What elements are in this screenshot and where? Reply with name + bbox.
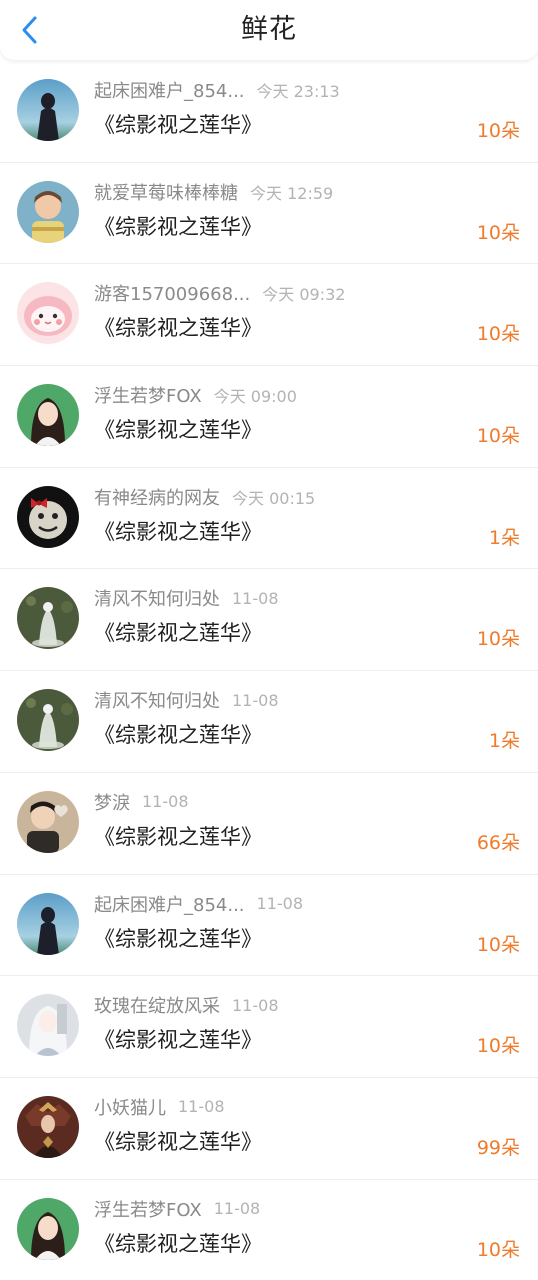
item-meta: 起床困难户_854... 11-08 xyxy=(94,891,518,917)
item-meta: 浮生若梦FOX 今天 09:00 xyxy=(94,382,518,408)
avatar-pink-cartoon-image xyxy=(17,282,79,345)
flower-count: 10朵 xyxy=(476,120,520,142)
book-title[interactable]: 《综影视之莲华》 xyxy=(94,414,262,444)
avatar[interactable] xyxy=(17,994,79,1057)
avatar-ghost-figure-image xyxy=(17,689,79,752)
list-item[interactable]: 游客157009668... 今天 09:32 《综影视之莲华》 10朵 xyxy=(0,264,538,367)
list-item[interactable]: 梦淚 11-08 《综影视之莲华》 66朵 xyxy=(0,773,538,875)
item-meta: 浮生若梦FOX 11-08 xyxy=(94,1196,518,1222)
book-title[interactable]: 《综影视之莲华》 xyxy=(94,821,262,851)
flower-count: 10朵 xyxy=(476,425,520,448)
timestamp: 11-08 xyxy=(232,588,279,608)
book-title[interactable]: 《综影视之莲华》 xyxy=(94,211,262,241)
list-item[interactable]: 小妖猫儿 11-08 《综影视之莲华》 99朵 xyxy=(0,1078,538,1180)
avatar[interactable] xyxy=(17,384,79,447)
flower-count: 10朵 xyxy=(476,628,520,651)
user-name[interactable]: 梦淚 xyxy=(94,789,130,815)
user-name[interactable]: 就爱草莓味棒棒糖 xyxy=(94,179,238,205)
user-name[interactable]: 有神经病的网友 xyxy=(94,484,220,510)
book-title[interactable]: 《综影视之莲华》 xyxy=(94,719,262,749)
book-title[interactable]: 《综影视之莲华》 xyxy=(94,109,262,139)
list-item[interactable]: 就爱草莓味棒棒糖 今天 12:59 《综影视之莲华》 10朵 xyxy=(0,163,538,265)
list-item[interactable]: 清风不知何归处 11-08 《综影视之莲华》 1朵 xyxy=(0,671,538,773)
avatar-boy-heart-image xyxy=(17,790,79,853)
timestamp: 11-08 xyxy=(213,1199,261,1219)
avatar-silhouette-sky-image xyxy=(17,79,79,141)
avatar[interactable] xyxy=(17,485,79,548)
user-name[interactable]: 游客157009668... xyxy=(94,280,250,306)
book-title[interactable]: 《综影视之莲华》 xyxy=(94,1228,262,1258)
avatar-dark-queen-image xyxy=(17,1095,79,1158)
flower-count: 66朵 xyxy=(476,831,520,854)
avatar-ghost-figure-image xyxy=(17,587,79,650)
flower-count: 1朵 xyxy=(488,526,520,549)
user-name[interactable]: 起床困难户_854... xyxy=(94,77,245,103)
book-title[interactable]: 《综影视之莲华》 xyxy=(94,1126,262,1156)
user-name[interactable]: 浮生若梦FOX xyxy=(94,1196,202,1222)
list-item[interactable]: 起床困难户_854... 11-08 《综影视之莲华》 10朵 xyxy=(0,875,538,977)
flower-count: 99朵 xyxy=(476,1136,520,1159)
list-item[interactable]: 清风不知何归处 11-08 《综影视之莲华》 10朵 xyxy=(0,569,538,672)
flower-count: 10朵 xyxy=(476,323,520,346)
avatar[interactable] xyxy=(17,180,79,243)
user-name[interactable]: 浮生若梦FOX xyxy=(94,382,202,408)
avatar[interactable] xyxy=(17,79,79,141)
timestamp: 11-08 xyxy=(232,690,279,710)
timestamp: 11-08 xyxy=(232,995,279,1015)
item-meta: 玫瑰在绽放风采 11-08 xyxy=(94,992,518,1018)
item-meta: 起床困难户_854... 今天 23:13 xyxy=(94,77,518,103)
list-item[interactable]: 玫瑰在绽放风采 11-08 《综影视之莲华》 10朵 xyxy=(0,976,538,1078)
avatar[interactable] xyxy=(17,892,79,955)
timestamp: 11-08 xyxy=(142,792,189,812)
avatar[interactable] xyxy=(17,1095,79,1158)
item-meta: 小妖猫儿 11-08 xyxy=(94,1094,518,1120)
flower-count: 1朵 xyxy=(488,730,520,753)
avatar[interactable] xyxy=(17,282,79,345)
flower-count: 10朵 xyxy=(476,221,520,244)
book-title[interactable]: 《综影视之莲华》 xyxy=(94,516,262,546)
item-meta: 游客157009668... 今天 09:32 xyxy=(94,280,518,306)
user-name[interactable]: 起床困难户_854... xyxy=(94,891,245,917)
avatar[interactable] xyxy=(17,689,79,752)
book-title[interactable]: 《综影视之莲华》 xyxy=(94,1024,262,1054)
list-item[interactable]: 浮生若梦FOX 11-08 《综影视之莲华》 10朵 xyxy=(0,1180,538,1280)
item-meta: 清风不知何归处 11-08 xyxy=(94,687,518,713)
flower-count: 10朵 xyxy=(476,1035,520,1058)
user-name[interactable]: 小妖猫儿 xyxy=(94,1094,166,1120)
list-item[interactable]: 浮生若梦FOX 今天 09:00 《综影视之莲华》 10朵 xyxy=(0,366,538,468)
avatar-girl-portrait-image xyxy=(17,1197,79,1260)
avatar-meme-face-image xyxy=(17,485,79,548)
avatar-silhouette-sky-image xyxy=(17,892,79,955)
avatar-girl-portrait-image xyxy=(17,384,79,447)
avatar[interactable] xyxy=(17,587,79,650)
flower-count: 10朵 xyxy=(476,933,520,956)
top-bar: 鲜花 xyxy=(0,0,538,60)
timestamp: 今天 09:00 xyxy=(213,387,297,407)
book-title[interactable]: 《综影视之莲华》 xyxy=(94,923,262,953)
avatar-boy-portrait-image xyxy=(17,180,79,243)
item-meta: 梦淚 11-08 xyxy=(94,789,518,815)
user-name[interactable]: 玫瑰在绽放风采 xyxy=(94,992,220,1018)
user-name[interactable]: 清风不知何归处 xyxy=(94,687,220,713)
timestamp: 11-08 xyxy=(256,894,304,913)
avatar-anime-girl-image xyxy=(17,994,79,1057)
timestamp: 今天 12:59 xyxy=(250,183,334,203)
timestamp: 今天 23:13 xyxy=(256,82,340,101)
page-title: 鲜花 xyxy=(241,14,297,45)
timestamp: 今天 00:15 xyxy=(232,488,316,508)
list-item[interactable]: 起床困难户_854... 今天 23:13 《综影视之莲华》 10朵 xyxy=(0,61,538,163)
avatar[interactable] xyxy=(17,790,79,853)
avatar[interactable] xyxy=(17,1197,79,1260)
book-title[interactable]: 《综影视之莲华》 xyxy=(94,617,262,647)
item-meta: 就爱草莓味棒棒糖 今天 12:59 xyxy=(94,179,518,205)
book-title[interactable]: 《综影视之莲华》 xyxy=(94,312,262,342)
flower-record-list: 起床困难户_854... 今天 23:13 《综影视之莲华》 10朵 就爱草莓味… xyxy=(0,61,538,1280)
timestamp: 11-08 xyxy=(178,1097,225,1117)
item-meta: 清风不知何归处 11-08 xyxy=(94,585,518,611)
item-meta: 有神经病的网友 今天 00:15 xyxy=(94,484,518,510)
flower-count: 10朵 xyxy=(476,1238,520,1261)
list-item[interactable]: 有神经病的网友 今天 00:15 《综影视之莲华》 1朵 xyxy=(0,468,538,570)
timestamp: 今天 09:32 xyxy=(262,285,346,305)
user-name[interactable]: 清风不知何归处 xyxy=(94,585,220,611)
